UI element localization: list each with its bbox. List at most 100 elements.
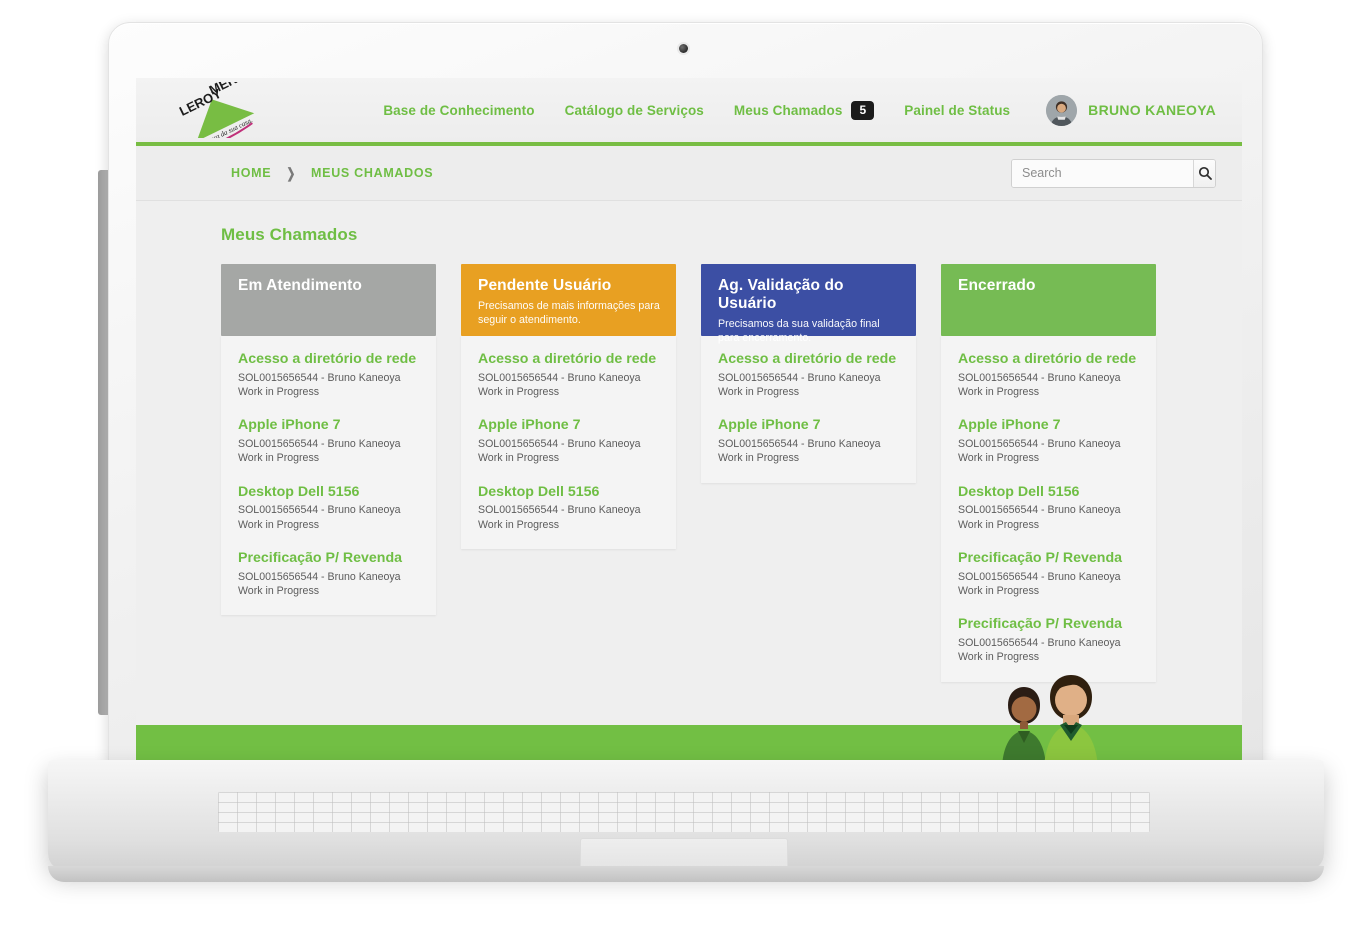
column-subtitle: Precisamos de mais informações para segu… <box>478 300 660 327</box>
ticket-title[interactable]: Apple iPhone 7 <box>718 417 899 434</box>
nav-item-painel-de-status[interactable]: Painel de Status <box>904 103 1010 118</box>
ticket-id-and-requester: SOL0015656544 - Bruno Kaneoya <box>238 438 401 451</box>
ticket-id-and-requester: SOL0015656544 - Bruno Kaneoya <box>238 504 401 517</box>
ticket-status: Work in Progress <box>958 452 1040 465</box>
ticket-item[interactable]: Desktop Dell 5156 SOL0015656544 - Bruno K… <box>238 484 419 532</box>
laptop-foot <box>48 866 1324 882</box>
ticket-status: Work in Progress <box>958 386 1040 399</box>
app-viewport: LEROY MERLIN A casa da sua casa. Base de… <box>136 78 1242 767</box>
nav-item-base-de-conhecimento[interactable]: Base de Conhecimento <box>383 103 534 118</box>
ticket-status: Work in Progress <box>958 518 1040 531</box>
column-title: Em Atendimento <box>238 277 362 294</box>
ticket-item[interactable]: Apple iPhone 7 SOL0015656544 - Bruno Kane… <box>958 417 1139 465</box>
column-ticket-list: Acesso a diretório de rede SOL0015656544 … <box>461 336 676 550</box>
ticket-title[interactable]: Desktop Dell 5156 <box>238 484 419 501</box>
breadcrumb-item-home[interactable]: HOME <box>231 166 271 180</box>
ticket-title[interactable]: Apple iPhone 7 <box>958 417 1139 434</box>
column-ticket-list: Acesso a diretório de rede SOL0015656544 … <box>701 336 916 483</box>
meus-chamados-count-badge: 5 <box>851 100 875 120</box>
ticket-status: Work in Progress <box>238 386 320 399</box>
user-menu[interactable]: BRUNO KANEOYA <box>1046 94 1216 126</box>
ticket-id-and-requester: SOL0015656544 - Bruno Kaneoya <box>478 371 641 384</box>
ticket-id-and-requester: SOL0015656544 - Bruno Kaneoya <box>478 438 641 451</box>
ticket-item[interactable]: Acesso a diretório de rede SOL0015656544 … <box>718 351 899 399</box>
ticket-title[interactable]: Acesso a diretório de rede <box>718 351 899 368</box>
leroy-merlin-logo[interactable]: LEROY MERLIN A casa da sua casa. <box>164 82 272 138</box>
ticket-id-and-requester: SOL0015656544 - Bruno Kaneoya <box>238 570 401 583</box>
breadcrumb-bar: HOME ❯ MEUS CHAMADOS <box>136 146 1242 201</box>
ticket-item[interactable]: Acesso a diretório de rede SOL0015656544 … <box>478 351 659 399</box>
ticket-item[interactable]: Apple iPhone 7 SOL0015656544 - Bruno Kane… <box>238 417 419 465</box>
ticket-id-and-requester: SOL0015656544 - Bruno Kaneoya <box>958 438 1121 451</box>
nav-item-meus-chamados[interactable]: Meus Chamados 5 <box>733 100 875 120</box>
ticket-title[interactable]: Precificação P/ Revenda <box>958 616 1139 633</box>
column-header: Pendente Usuário Precisamos de mais infor… <box>461 264 676 336</box>
ticket-title[interactable]: Apple iPhone 7 <box>478 417 659 434</box>
ticket-status: Work in Progress <box>478 518 560 531</box>
ticket-item[interactable]: Apple iPhone 7 SOL0015656544 - Bruno Kane… <box>478 417 659 465</box>
ticket-title[interactable]: Acesso a diretório de rede <box>958 351 1139 368</box>
search-icon <box>1198 166 1212 180</box>
ticket-id-and-requester: SOL0015656544 - Bruno Kaneoya <box>718 438 881 451</box>
ticket-title[interactable]: Acesso a diretório de rede <box>478 351 659 368</box>
ticket-status: Work in Progress <box>478 386 560 399</box>
search-input[interactable] <box>1012 159 1193 187</box>
ticket-board: Em Atendimento Acesso a diretório de rede… <box>221 264 1216 682</box>
column-ticket-list: Acesso a diretório de rede SOL0015656544 … <box>221 336 436 616</box>
avatar <box>1046 94 1078 126</box>
board-column: Pendente Usuário Precisamos de mais infor… <box>461 264 676 550</box>
ticket-id-and-requester: SOL0015656544 - Bruno Kaneoya <box>958 371 1121 384</box>
ticket-title[interactable]: Desktop Dell 5156 <box>478 484 659 501</box>
laptop-screen: LEROY MERLIN A casa da sua casa. Base de… <box>136 78 1242 767</box>
ticket-id-and-requester: SOL0015656544 - Bruno Kaneoya <box>958 637 1121 650</box>
ticket-status: Work in Progress <box>718 452 800 465</box>
ticket-item[interactable]: Precificação P/ Revenda SOL0015656544 - B… <box>958 550 1139 598</box>
ticket-item[interactable]: Apple iPhone 7 SOL0015656544 - Bruno Kane… <box>718 417 899 465</box>
column-title: Encerrado <box>958 277 1036 294</box>
svg-text:MERLIN: MERLIN <box>207 82 258 98</box>
breadcrumb-item-meus-chamados[interactable]: MEUS CHAMADOS <box>311 166 433 180</box>
ticket-status: Work in Progress <box>238 585 320 598</box>
webcam-icon <box>678 44 688 53</box>
nav-label: Catálogo de Serviços <box>564 102 704 118</box>
ticket-title[interactable]: Precificação P/ Revenda <box>238 550 419 567</box>
board-column: Ag. Validação do Usuário Precisamos da su… <box>701 264 916 483</box>
ticket-item[interactable]: Precificação P/ Revenda SOL0015656544 - B… <box>958 616 1139 664</box>
ticket-title[interactable]: Apple iPhone 7 <box>238 417 419 434</box>
nav-label: Painel de Status <box>904 102 1011 118</box>
nav-item-catalogo-de-servicos[interactable]: Catálogo de Serviços <box>565 103 704 118</box>
board-column: Encerrado Acesso a diretório de rede SOL00… <box>941 264 1156 682</box>
main-content: Meus Chamados Em Atendimento Acesso a dir… <box>136 201 1242 682</box>
ticket-item[interactable]: Precificação P/ Revenda SOL0015656544 - B… <box>238 550 419 598</box>
board-column: Em Atendimento Acesso a diretório de rede… <box>221 264 436 616</box>
column-title: Pendente Usuário <box>478 277 612 294</box>
column-header: Encerrado <box>941 264 1156 336</box>
search-box <box>1011 158 1216 188</box>
column-header: Em Atendimento <box>221 264 436 336</box>
ticket-status: Work in Progress <box>238 452 320 465</box>
ticket-id-and-requester: SOL0015656544 - Bruno Kaneoya <box>958 570 1121 583</box>
main-navigation: Base de Conhecimento Catálogo de Serviço… <box>383 94 1216 126</box>
nav-label: Meus Chamados <box>733 102 843 118</box>
ticket-id-and-requester: SOL0015656544 - Bruno Kaneoya <box>478 504 641 517</box>
ticket-id-and-requester: SOL0015656544 - Bruno Kaneoya <box>958 504 1121 517</box>
ticket-item[interactable]: Acesso a diretório de rede SOL0015656544 … <box>958 351 1139 399</box>
ticket-title[interactable]: Acesso a diretório de rede <box>238 351 419 368</box>
column-title: Ag. Validação do Usuário <box>718 277 844 312</box>
laptop-mockup: LEROY MERLIN A casa da sua casa. Base de… <box>0 0 1366 946</box>
ticket-item[interactable]: Desktop Dell 5156 SOL0015656544 - Bruno K… <box>958 484 1139 532</box>
search-button[interactable] <box>1193 159 1215 187</box>
ticket-status: Work in Progress <box>478 452 560 465</box>
ticket-title[interactable]: Precificação P/ Revenda <box>958 550 1139 567</box>
ticket-status: Work in Progress <box>958 651 1040 664</box>
user-name-label: BRUNO KANEOYA <box>1088 102 1216 118</box>
laptop-keyboard <box>218 792 1150 832</box>
ticket-id-and-requester: SOL0015656544 - Bruno Kaneoya <box>238 371 401 384</box>
chevron-right-icon: ❯ <box>286 164 296 181</box>
ticket-item[interactable]: Desktop Dell 5156 SOL0015656544 - Bruno K… <box>478 484 659 532</box>
ticket-status: Work in Progress <box>718 386 800 399</box>
ticket-item[interactable]: Acesso a diretório de rede SOL0015656544 … <box>238 351 419 399</box>
ticket-title[interactable]: Desktop Dell 5156 <box>958 484 1139 501</box>
ticket-status: Work in Progress <box>238 518 320 531</box>
ticket-id-and-requester: SOL0015656544 - Bruno Kaneoya <box>718 371 881 384</box>
